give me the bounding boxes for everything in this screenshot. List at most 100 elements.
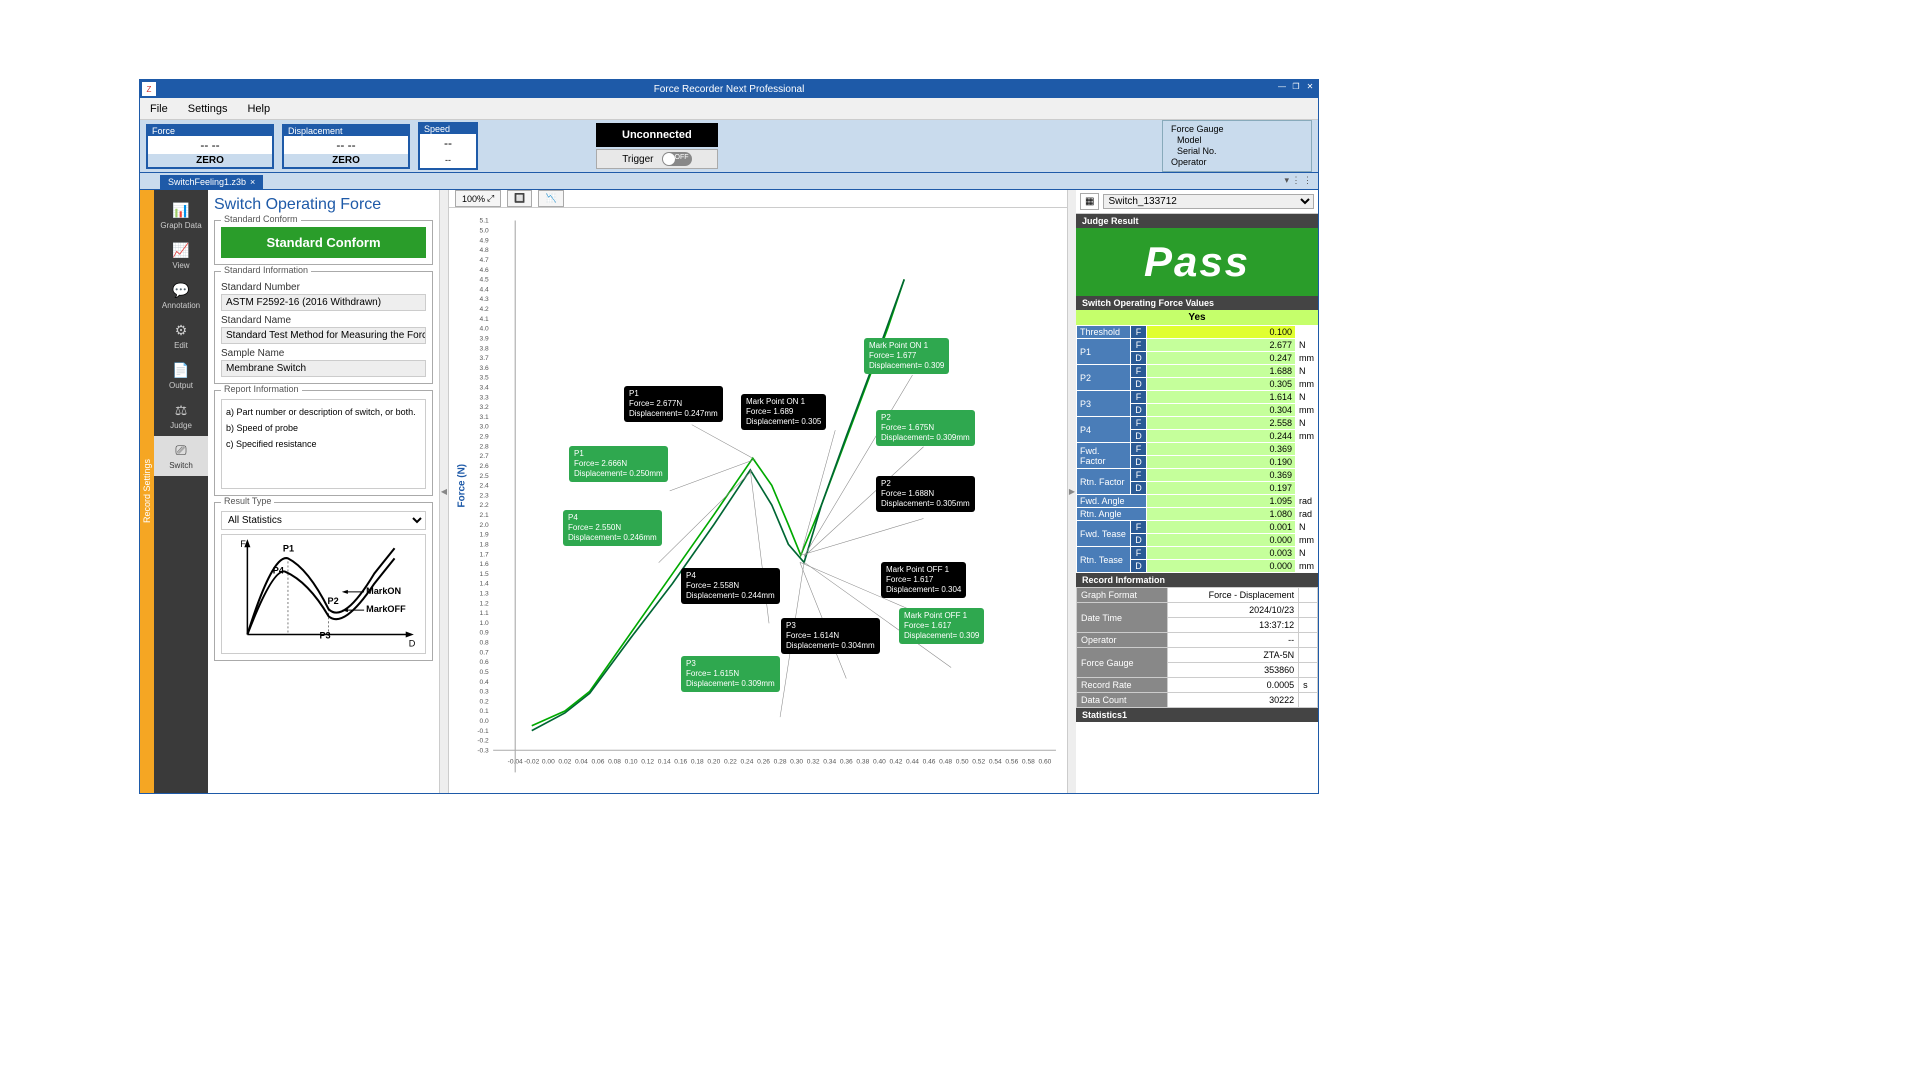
svg-text:3.4: 3.4 [480, 385, 490, 392]
callout-p2-green: P2 Force= 1.675N Displacement= 0.309mm [876, 410, 975, 446]
svg-text:4.1: 4.1 [480, 316, 490, 323]
result-type-select[interactable]: All Statistics [221, 511, 426, 530]
svg-text:3.6: 3.6 [480, 365, 490, 372]
record-select[interactable]: Switch_133712 [1103, 194, 1314, 209]
svg-text:P4: P4 [273, 566, 285, 576]
svg-text:0.40: 0.40 [873, 758, 886, 765]
svg-text:0.16: 0.16 [674, 758, 687, 765]
svg-text:4.8: 4.8 [480, 247, 490, 254]
standard-conform-button[interactable]: Standard Conform [221, 227, 426, 258]
switch-icon: ⎚ [156, 442, 206, 459]
menu-help[interactable]: Help [247, 103, 270, 115]
chart-toolbar: 100%⤢ 🔲 📉 [449, 190, 1067, 208]
maximize-icon[interactable]: ❐ [1290, 80, 1302, 92]
nav-edit[interactable]: ⚙Edit [154, 316, 208, 356]
output-icon: 📄 [156, 362, 206, 379]
svg-text:-0.3: -0.3 [477, 747, 489, 754]
svg-text:0.52: 0.52 [972, 758, 985, 765]
svg-text:F: F [240, 539, 246, 549]
svg-text:0.44: 0.44 [906, 758, 919, 765]
callout-p4-green: P4 Force= 2.550N Displacement= 0.246mm [563, 510, 662, 546]
svg-text:1.5: 1.5 [480, 571, 490, 578]
window-title: Force Recorder Next Professional [654, 84, 805, 95]
panel-title: Switch Operating Force [214, 196, 433, 214]
trigger-toggle[interactable] [662, 152, 692, 166]
curve-button[interactable]: 📉 [538, 190, 563, 207]
svg-text:0.8: 0.8 [480, 640, 490, 647]
connection-panel: Unconnected Trigger [596, 123, 718, 169]
svg-text:0.02: 0.02 [558, 758, 571, 765]
menu-file[interactable]: File [150, 103, 168, 115]
svg-text:4.4: 4.4 [480, 286, 490, 293]
grid-icon[interactable]: ▦ [1080, 193, 1099, 210]
nav-annotation[interactable]: 💬Annotation [154, 276, 208, 316]
callout-mon-green: Mark Point ON 1 Force= 1.677 Displacemen… [864, 338, 949, 374]
svg-text:0.54: 0.54 [989, 758, 1002, 765]
svg-text:0.7: 0.7 [480, 649, 490, 656]
minimize-icon[interactable]: — [1276, 80, 1288, 92]
nav-view[interactable]: 📈View [154, 236, 208, 276]
svg-text:P1: P1 [283, 543, 294, 553]
svg-text:2.7: 2.7 [480, 453, 490, 460]
svg-text:3.7: 3.7 [480, 355, 490, 362]
callout-p1-black: P1 Force= 2.677N Displacement= 0.247mm [624, 386, 723, 422]
fit-button[interactable]: 🔲 [507, 190, 532, 207]
judge-icon: ⚖ [156, 402, 206, 419]
tab-close-icon[interactable]: × [250, 177, 255, 187]
callout-moff-green: Mark Point OFF 1 Force= 1.617 Displaceme… [899, 608, 984, 644]
record-settings-bar[interactable]: Record Settings [140, 190, 154, 793]
menu-settings[interactable]: Settings [188, 103, 228, 115]
splitter-right[interactable]: ▶ [1068, 190, 1076, 793]
curve-icon: 📉 [545, 193, 556, 204]
callout-mon-black: Mark Point ON 1 Force= 1.689 Displacemen… [741, 394, 826, 430]
statistics-header: Statistics1 [1076, 708, 1318, 722]
callout-p4-black: P4 Force= 2.558N Displacement= 0.244mm [681, 568, 780, 604]
connection-status: Unconnected [596, 123, 718, 147]
splitter-left[interactable]: ◀ [440, 190, 448, 793]
file-tab[interactable]: SwitchFeeling1.z3b × [160, 175, 263, 189]
nav-graph-data[interactable]: 📊Graph Data [154, 196, 208, 236]
svg-text:P3: P3 [319, 631, 330, 641]
yes-row: Yes [1076, 310, 1318, 325]
close-icon[interactable]: ✕ [1304, 80, 1316, 92]
svg-text:4.0: 4.0 [480, 326, 490, 333]
svg-text:1.0: 1.0 [480, 620, 490, 627]
svg-text:4.9: 4.9 [480, 237, 490, 244]
svg-text:1.7: 1.7 [480, 551, 490, 558]
standard-number-field: ASTM F2592-16 (2016 Withdrawn) [221, 294, 426, 311]
report-text[interactable]: a) Part number or description of switch,… [221, 399, 426, 489]
svg-text:0.06: 0.06 [592, 758, 605, 765]
svg-text:4.7: 4.7 [480, 257, 490, 264]
zoom-100-button[interactable]: 100%⤢ [455, 190, 501, 207]
values-header: Switch Operating Force Values [1076, 296, 1318, 310]
svg-text:4.2: 4.2 [480, 306, 490, 313]
svg-text:0.04: 0.04 [575, 758, 588, 765]
svg-text:1.6: 1.6 [480, 561, 490, 568]
svg-text:1.4: 1.4 [480, 581, 490, 588]
svg-text:5.0: 5.0 [480, 228, 490, 235]
report-info-group: Report Information a) Part number or des… [214, 390, 433, 496]
nav-switch[interactable]: ⎚Switch [154, 436, 208, 476]
app-logo-icon: Z [142, 82, 156, 96]
right-panel: ▦ Switch_133712 Judge Result Pass Switch… [1076, 190, 1318, 793]
svg-text:0.50: 0.50 [956, 758, 969, 765]
svg-text:MarkOFF: MarkOFF [366, 604, 406, 614]
force-zero-button[interactable]: ZERO [148, 154, 272, 167]
chart-area[interactable]: -0.3-0.2-0.10.00.10.20.30.40.50.60.70.80… [449, 208, 1067, 793]
svg-text:2.6: 2.6 [480, 463, 490, 470]
tab-options-icon[interactable]: ▾ ⋮ ⋮ [1284, 175, 1312, 186]
svg-text:2.5: 2.5 [480, 473, 490, 480]
record-info-header: Record Information [1076, 573, 1318, 587]
left-panel: Switch Operating Force Standard Conform … [208, 190, 440, 793]
callout-p2-black: P2 Force= 1.688N Displacement= 0.305mm [876, 476, 975, 512]
fit-icon: 🔲 [514, 193, 525, 204]
svg-text:0.30: 0.30 [790, 758, 803, 765]
sample-name-field: Membrane Switch [221, 360, 426, 377]
title-bar: Z Force Recorder Next Professional — ❐ ✕ [140, 80, 1318, 98]
nav-judge[interactable]: ⚖Judge [154, 396, 208, 436]
displacement-zero-button[interactable]: ZERO [284, 154, 408, 167]
displacement-gauge: Displacement -- -- ZERO [282, 124, 410, 169]
nav-output[interactable]: 📄Output [154, 356, 208, 396]
svg-text:1.8: 1.8 [480, 541, 490, 548]
svg-text:1.9: 1.9 [480, 532, 490, 539]
